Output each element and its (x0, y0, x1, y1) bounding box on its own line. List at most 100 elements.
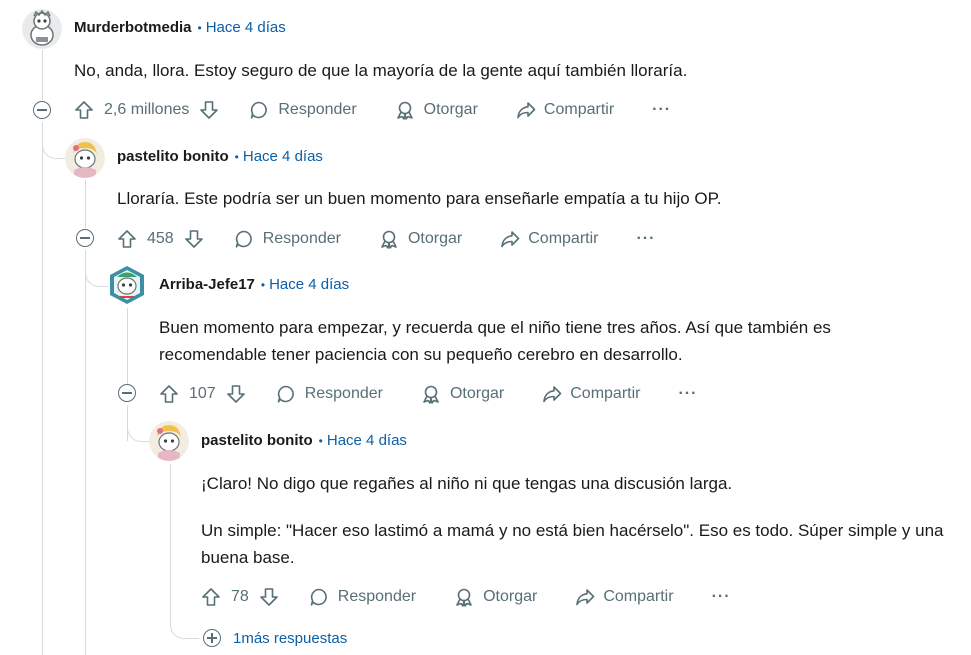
reply-button[interactable]: Responder (276, 384, 383, 404)
thread-connector (127, 405, 150, 442)
award-button[interactable]: Otorgar (421, 384, 504, 404)
downvote-button[interactable] (199, 100, 219, 120)
reply-label: Responder (278, 101, 357, 118)
share-button[interactable]: Compartir (516, 100, 614, 120)
comment-meta: Murderbotmedia • Hace 4 días (74, 19, 286, 36)
collapse-icon[interactable] (118, 384, 136, 402)
comment-text: Un simple: "Hacer eso lastimó a mamá y n… (201, 521, 944, 567)
avatar[interactable] (65, 138, 105, 178)
overflow-icon[interactable]: ··· (652, 101, 671, 119)
comment-text: Buen momento para empezar, y recuerda qu… (159, 318, 831, 364)
share-button[interactable]: Compartir (500, 229, 598, 249)
author-name[interactable]: Murderbotmedia (74, 19, 192, 36)
collapse-icon[interactable] (33, 101, 51, 119)
thread-connector (170, 610, 199, 639)
timestamp[interactable]: Hace 4 días (243, 148, 323, 165)
timestamp[interactable]: Hace 4 días (327, 432, 407, 449)
vote-count: 458 (147, 230, 174, 247)
reply-button[interactable]: Responder (309, 587, 416, 607)
comment-body: ¡Claro! No digo que regañes al niño ni q… (201, 470, 966, 571)
downvote-icon (200, 101, 219, 119)
share-icon (543, 386, 562, 403)
comment-body: Buen momento para empezar, y recuerda qu… (159, 314, 919, 368)
comment-actions: 78 Responder Otorgar Compartir ··· (201, 586, 731, 608)
reply-label: Responder (262, 230, 341, 247)
avatar[interactable] (149, 421, 189, 461)
comment-text: ¡Claro! No digo que regañes al niño ni q… (201, 474, 733, 493)
vote-count: 2,6 millones (104, 101, 190, 118)
downvote-button[interactable] (259, 587, 279, 607)
separator-dot: • (197, 20, 202, 35)
upvote-button[interactable] (159, 384, 179, 404)
overflow-icon[interactable]: ··· (636, 230, 655, 248)
share-button[interactable]: Compartir (542, 384, 640, 404)
downvote-icon (226, 385, 245, 403)
thread-line (127, 308, 128, 384)
thread-line (85, 180, 86, 228)
avatar[interactable] (22, 9, 62, 49)
reply-button[interactable]: Responder (234, 229, 341, 249)
upvote-icon (160, 385, 178, 403)
thread-line (170, 464, 171, 620)
share-label: Compartir (570, 385, 641, 402)
award-button[interactable]: Otorgar (454, 587, 537, 607)
share-label: Compartir (543, 101, 615, 118)
collapse-icon[interactable] (76, 229, 94, 247)
separator-dot: • (260, 277, 266, 292)
comment-meta: Arriba-Jefe17 • Hace 4 días (159, 276, 349, 293)
author-name[interactable]: pastelito bonito (117, 148, 229, 165)
thread-connector (42, 122, 65, 159)
share-button[interactable]: Compartir (575, 587, 674, 607)
reply-label: Responder (337, 588, 417, 605)
timestamp[interactable]: Hace 4 días (269, 276, 349, 293)
downvote-button[interactable] (226, 384, 246, 404)
downvote-icon (184, 230, 203, 248)
overflow-icon[interactable]: ··· (712, 588, 731, 606)
vote-count: 107 (189, 385, 216, 402)
vote-count: 78 (231, 588, 249, 605)
more-replies-link[interactable]: 1 más respuestas (203, 629, 347, 647)
separator-dot: • (234, 149, 239, 164)
thread-connector (85, 250, 108, 287)
share-label: Compartir (528, 230, 599, 247)
comment-body: No, anda, llora. Estoy seguro de que la … (74, 57, 954, 84)
thread-line (42, 122, 43, 655)
comment-text: No, anda, llora. Estoy seguro de que la … (74, 61, 688, 80)
upvote-button[interactable] (117, 229, 137, 249)
reply-button[interactable]: Responder (249, 100, 357, 120)
separator-dot: • (318, 433, 323, 448)
upvote-icon (75, 101, 93, 119)
upvote-button[interactable] (74, 100, 94, 120)
comment-meta: pastelito bonito • Hace 4 días (201, 432, 407, 449)
comment-actions: 107 Responder Otorgar Compartir ··· (159, 383, 697, 405)
comment-icon (310, 588, 327, 606)
author-name[interactable]: Arriba-Jefe17 (159, 276, 255, 293)
share-icon (576, 589, 595, 606)
share-icon (517, 102, 536, 119)
comment-actions: 458 Responder Otorgar Compartir ··· (117, 228, 655, 250)
reply-label: Responder (304, 385, 383, 402)
downvote-button[interactable] (184, 229, 204, 249)
award-button[interactable]: Otorgar (395, 100, 478, 120)
share-icon (501, 231, 520, 248)
more-replies-count: 1 (233, 629, 242, 647)
award-icon (381, 230, 397, 249)
award-button[interactable]: Otorgar (379, 229, 462, 249)
award-label: Otorgar (483, 588, 538, 605)
award-label: Otorgar (423, 101, 478, 118)
award-label: Otorgar (407, 230, 463, 247)
comment-meta: pastelito bonito • Hace 4 días (117, 148, 323, 165)
award-icon (396, 101, 413, 120)
upvote-button[interactable] (201, 587, 221, 607)
thread-line (85, 250, 86, 655)
overflow-icon[interactable]: ··· (678, 385, 697, 403)
avatar[interactable] (107, 265, 147, 305)
author-name[interactable]: pastelito bonito (201, 432, 313, 449)
more-replies-label: más respuestas (241, 629, 348, 647)
comment-icon (235, 230, 252, 248)
award-label: Otorgar (449, 385, 505, 402)
upvote-icon (202, 588, 220, 606)
timestamp[interactable]: Hace 4 días (206, 19, 286, 36)
award-icon (456, 588, 472, 607)
comment-actions: 2,6 millones Responder Otorgar Compartir… (74, 99, 671, 121)
